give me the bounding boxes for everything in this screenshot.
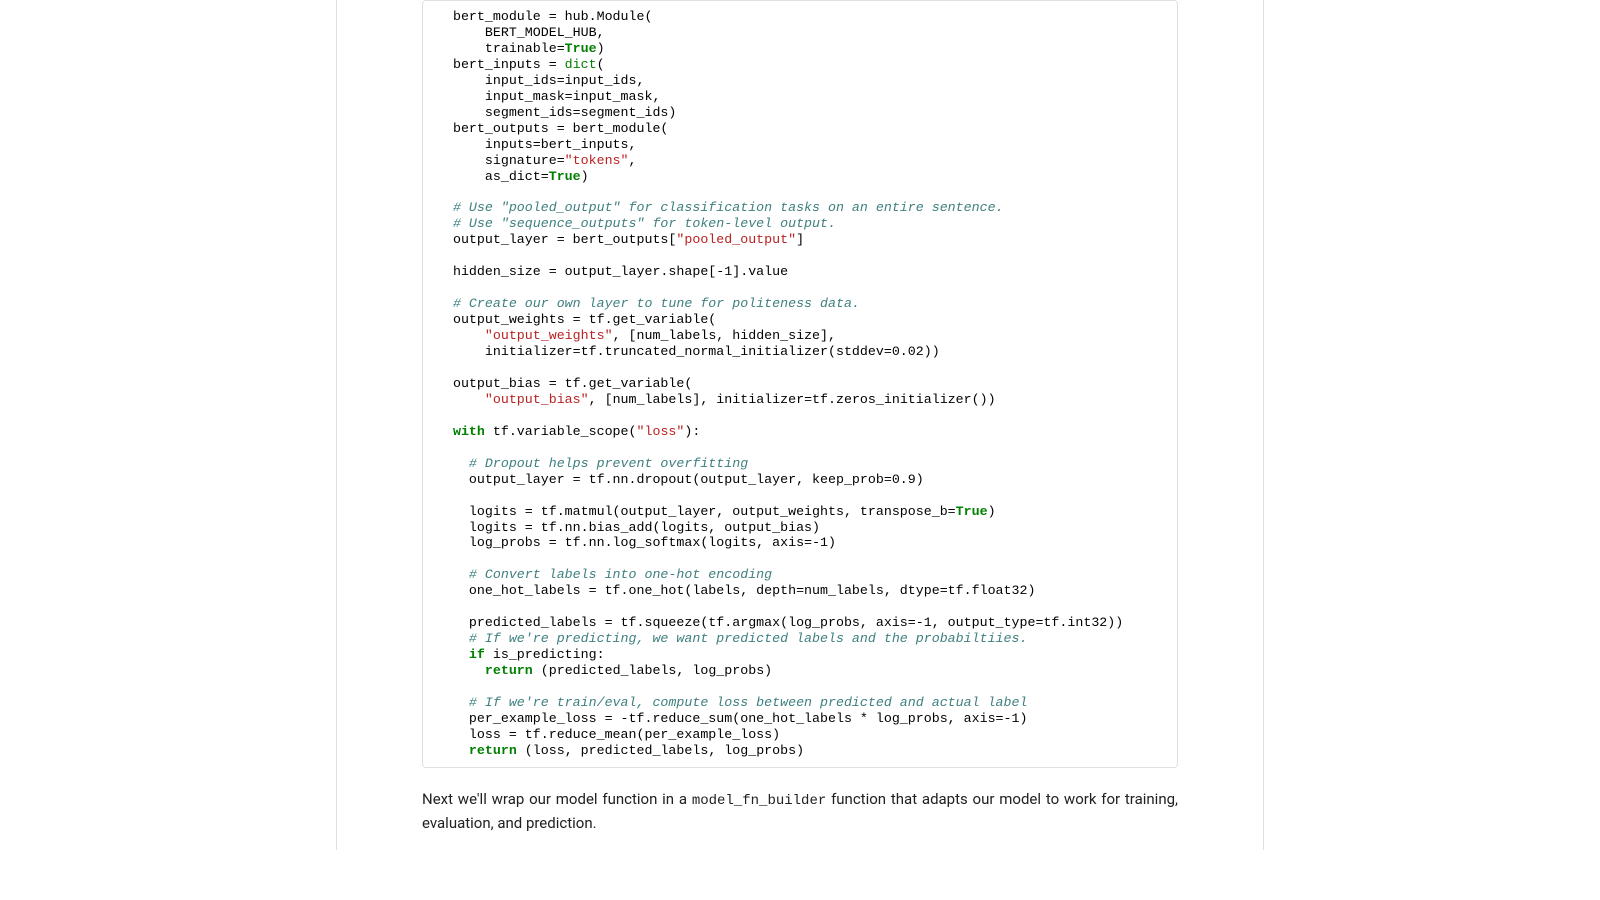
code-keyword: with (453, 424, 485, 439)
code-line: as_dict= (437, 169, 549, 184)
code-keyword: if (469, 647, 485, 662)
code-keyword: True (565, 41, 597, 56)
code-line: ) (988, 504, 996, 519)
code-comment: # Dropout helps prevent overfitting (437, 456, 748, 471)
page-container: bert_module = hub.Module( BERT_MODEL_HUB… (336, 0, 1264, 850)
code-line (437, 328, 485, 343)
code-line: output_weights = tf.get_variable( (437, 312, 716, 327)
code-comment: # Convert labels into one-hot encoding (437, 567, 772, 582)
code-line: bert_module = hub.Module( (437, 9, 652, 24)
code-line: , [num_labels, hidden_size], (613, 328, 836, 343)
code-line: ) (581, 169, 589, 184)
code-keyword: True (549, 169, 581, 184)
code-line (437, 743, 469, 758)
inline-code: model_fn_builder (692, 793, 826, 809)
code-line: signature= (437, 153, 565, 168)
code-line: (loss, predicted_labels, log_probs) (517, 743, 804, 758)
code-comment: # Use "pooled_output" for classification… (437, 200, 1004, 215)
code-string: "loss" (637, 424, 685, 439)
code-line (437, 392, 485, 407)
code-line: bert_inputs = (437, 57, 565, 72)
code-line (437, 424, 453, 439)
code-line: is_predicting: (485, 647, 605, 662)
code-keyword: return (485, 663, 533, 678)
code-string: "tokens" (565, 153, 629, 168)
code-string: "output_weights" (485, 328, 613, 343)
code-line (437, 663, 485, 678)
code-line: loss = tf.reduce_mean(per_example_loss) (437, 727, 780, 742)
code-comment: # If we're predicting, we want predicted… (437, 631, 1027, 646)
code-string: "output_bias" (485, 392, 589, 407)
code-keyword: return (469, 743, 517, 758)
code-line: input_ids=input_ids, (437, 73, 644, 88)
prose-text: Next we'll wrap our model function in a (422, 790, 692, 808)
code-line: input_mask=input_mask, (437, 89, 660, 104)
code-comment: # Use "sequence_outputs" for token-level… (437, 216, 836, 231)
code-line: ): (684, 424, 700, 439)
code-line: ) (597, 41, 605, 56)
code-line: inputs=bert_inputs, (437, 137, 637, 152)
code-line: bert_outputs = bert_module( (437, 121, 668, 136)
code-line: output_layer = tf.nn.dropout(output_laye… (437, 472, 924, 487)
code-block: bert_module = hub.Module( BERT_MODEL_HUB… (422, 0, 1178, 768)
code-line (437, 647, 469, 662)
code-line: predicted_labels = tf.squeeze(tf.argmax(… (437, 615, 1123, 630)
code-line: per_example_loss = -tf.reduce_sum(one_ho… (437, 711, 1027, 726)
code-line: ( (597, 57, 605, 72)
code-line: segment_ids=segment_ids) (437, 105, 676, 120)
code-line: trainable= (437, 41, 565, 56)
prose-paragraph: Next we'll wrap our model function in a … (422, 788, 1178, 835)
code-line: , (629, 153, 637, 168)
code-line: hidden_size = output_layer.shape[-1].val… (437, 264, 788, 279)
code-line: tf.variable_scope( (485, 424, 637, 439)
code-line: (predicted_labels, log_probs) (533, 663, 772, 678)
code-line: , [num_labels], initializer=tf.zeros_ini… (589, 392, 996, 407)
code-line: initializer=tf.truncated_normal_initiali… (437, 344, 940, 359)
code-line: ] (796, 232, 804, 247)
code-line: BERT_MODEL_HUB, (437, 25, 605, 40)
code-comment: # Create our own layer to tune for polit… (437, 296, 860, 311)
code-line: log_probs = tf.nn.log_softmax(logits, ax… (437, 535, 836, 550)
code-line: logits = tf.matmul(output_layer, output_… (437, 504, 956, 519)
code-keyword: True (956, 504, 988, 519)
code-builtin: dict (565, 57, 597, 72)
code-line: one_hot_labels = tf.one_hot(labels, dept… (437, 583, 1035, 598)
code-comment: # If we're train/eval, compute loss betw… (437, 695, 1027, 710)
code-line: logits = tf.nn.bias_add(logits, output_b… (437, 520, 820, 535)
code-string: "pooled_output" (676, 232, 796, 247)
code-line: output_layer = bert_outputs[ (437, 232, 676, 247)
code-line: output_bias = tf.get_variable( (437, 376, 692, 391)
